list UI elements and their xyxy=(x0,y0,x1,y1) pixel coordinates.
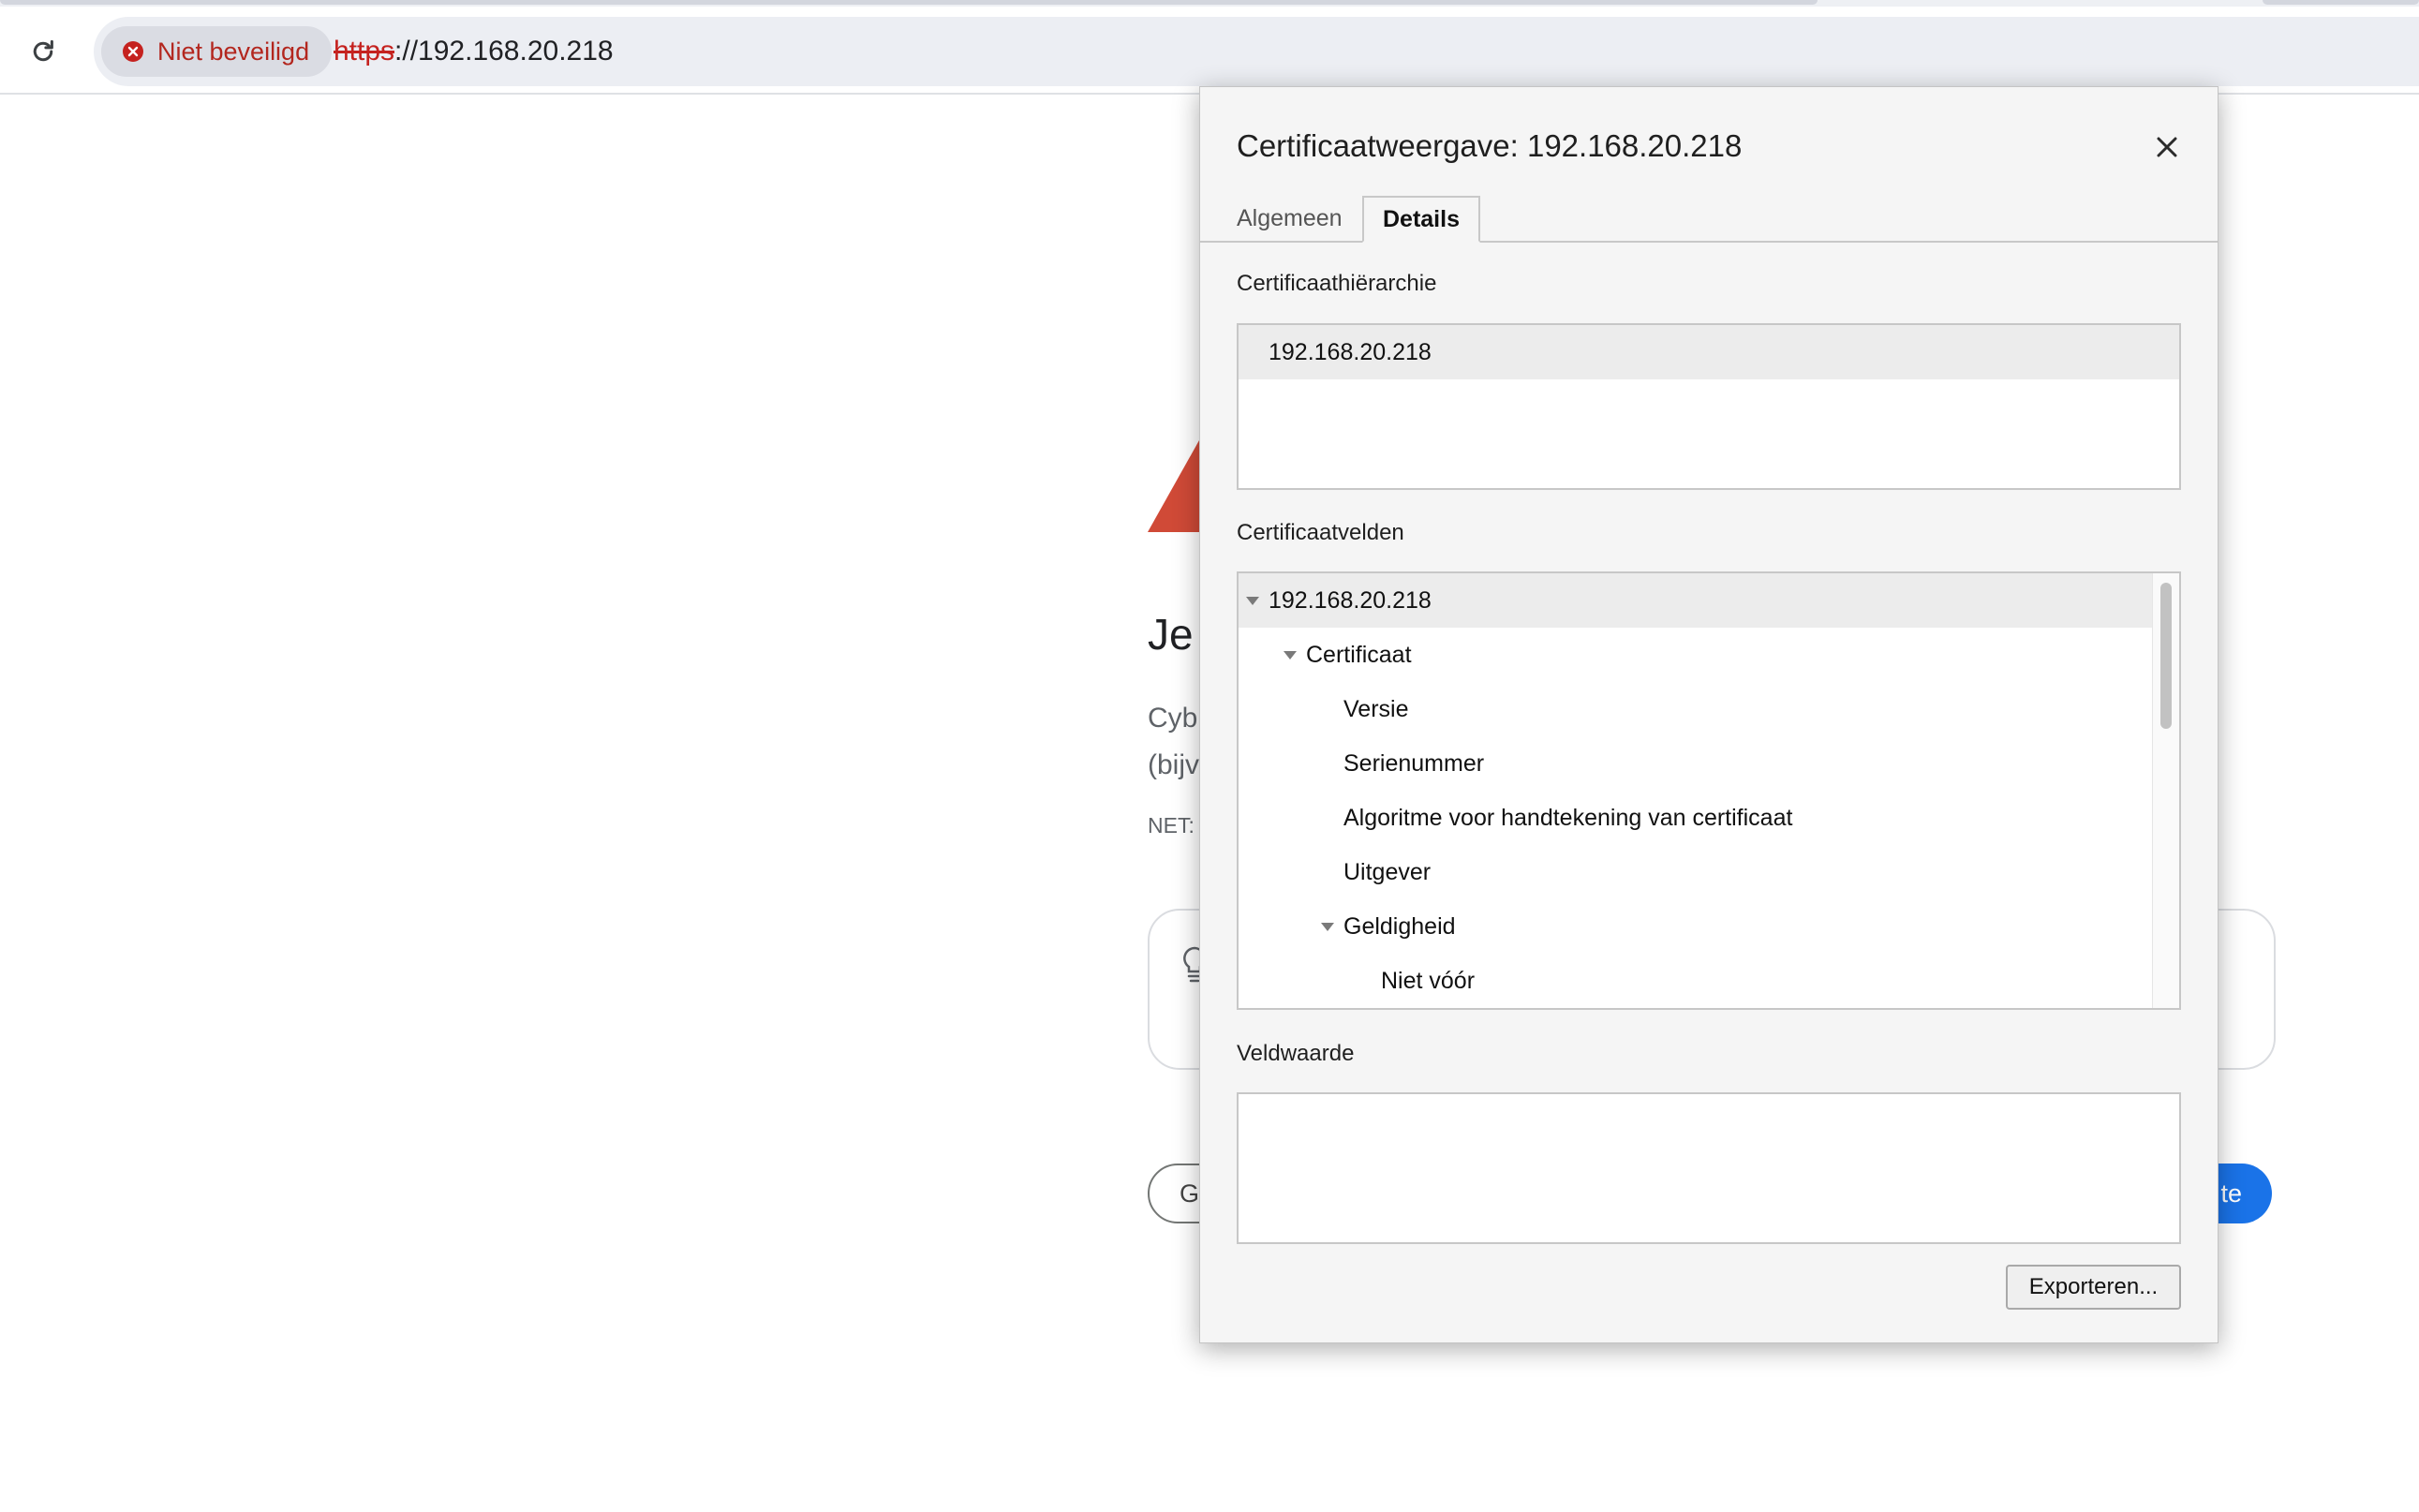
export-button[interactable]: Exporteren... xyxy=(2006,1265,2181,1310)
url-scheme: https xyxy=(334,36,395,67)
error-code: NET: xyxy=(1148,813,1195,838)
hierarchy-tree[interactable]: 192.168.20.218 xyxy=(1237,323,2181,490)
tree-row-label: Algoritme voor handtekening van certific… xyxy=(1343,804,1793,831)
page-heading: Je xyxy=(1148,610,1194,659)
field-value-box[interactable] xyxy=(1237,1092,2181,1244)
expand-triangle-icon[interactable] xyxy=(1284,650,1297,660)
certificate-viewer-dialog: Certificaatweergave: 192.168.20.218 Alge… xyxy=(1199,86,2219,1343)
tree-row-label: Niet vóór xyxy=(1381,967,1476,994)
url-text[interactable]: https://192.168.20.218 xyxy=(334,36,614,67)
tree-row-geldigheid[interactable]: Geldigheid xyxy=(1239,899,1456,954)
active-tab-indicator xyxy=(0,0,1818,5)
tree-row-algoritme[interactable]: Algoritme voor handtekening van certific… xyxy=(1239,791,1792,845)
dialog-title: Certificaatweergave: 192.168.20.218 xyxy=(1237,128,1743,163)
dialog-tabs: Algemeen Details xyxy=(1200,196,2218,243)
tree-row-root[interactable]: 192.168.20.218 xyxy=(1239,573,2153,628)
tree-row-label: 192.168.20.218 xyxy=(1269,586,1432,614)
tree-row-serienummer[interactable]: Serienummer xyxy=(1239,736,1484,791)
expand-triangle-icon[interactable] xyxy=(1246,596,1259,605)
value-label: Veldwaarde xyxy=(1237,1041,1355,1066)
fields-label: Certificaatvelden xyxy=(1237,520,1404,545)
tab-details[interactable]: Details xyxy=(1362,196,1480,243)
scrollbar-thumb[interactable] xyxy=(2160,583,2172,729)
close-icon xyxy=(2157,137,2177,157)
close-button[interactable] xyxy=(2146,126,2188,168)
browser-toolbar: Niet beveiligd https://192.168.20.218 xyxy=(0,7,2419,95)
tree-row-niet-voor[interactable]: Niet vóór xyxy=(1239,954,1475,1008)
security-chip[interactable]: Niet beveiligd xyxy=(101,26,333,77)
reload-button[interactable] xyxy=(21,29,66,74)
tree-row-uitgever[interactable]: Uitgever xyxy=(1239,845,1431,899)
hierarchy-label: Certificaathiërarchie xyxy=(1237,271,1437,296)
tab-indicator xyxy=(2263,0,2419,5)
security-chip-label: Niet beveiligd xyxy=(157,37,310,66)
fields-tree[interactable]: 192.168.20.218 Certificaat Versie Serien… xyxy=(1237,571,2181,1010)
tree-row-label: Versie xyxy=(1343,695,1409,722)
page-description-line2: (bijv xyxy=(1148,749,1200,780)
tree-row-label: Uitgever xyxy=(1343,858,1432,885)
tree-row-versie[interactable]: Versie xyxy=(1239,682,1408,736)
tree-row-label: Certificaat xyxy=(1306,641,1412,668)
not-secure-icon xyxy=(123,41,143,62)
page-description-line1: Cyb xyxy=(1148,703,1198,734)
hierarchy-item[interactable]: 192.168.20.218 xyxy=(1239,325,2179,379)
reload-icon xyxy=(33,39,53,62)
url-host: ://192.168.20.218 xyxy=(394,36,614,67)
tab-algemeen[interactable]: Algemeen xyxy=(1237,196,1343,241)
tree-row-label: Serienummer xyxy=(1343,749,1485,777)
address-bar[interactable]: Niet beveiligd https://192.168.20.218 xyxy=(94,17,2419,86)
tree-row-label: Geldigheid xyxy=(1343,912,1456,940)
tab-strip xyxy=(0,0,2419,7)
fields-scrollbar[interactable] xyxy=(2152,573,2179,1008)
hierarchy-item-label: 192.168.20.218 xyxy=(1269,338,1432,365)
tree-row-certificaat[interactable]: Certificaat xyxy=(1239,628,1412,682)
page-description: Cyb (bijv xyxy=(1148,695,1199,789)
expand-triangle-icon[interactable] xyxy=(1321,922,1334,931)
